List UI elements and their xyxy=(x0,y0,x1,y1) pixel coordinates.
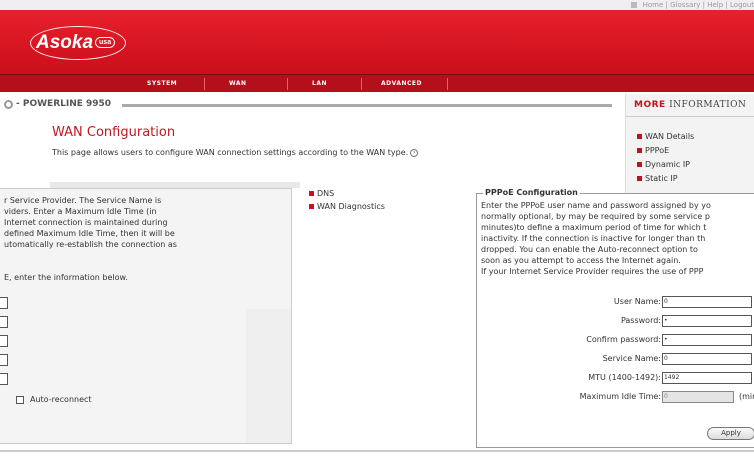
left-config-panel: r Service Provider. The Service Name is … xyxy=(0,188,292,444)
pppoe-legend: PPPoE Configuration xyxy=(483,188,580,197)
nav-advanced[interactable]: ADVANCED xyxy=(381,75,422,93)
help-circle-icon[interactable]: › xyxy=(410,148,419,157)
apply-button[interactable]: Apply xyxy=(707,427,754,440)
powerline-icon xyxy=(4,100,13,109)
left-instruction: E, enter the information below. xyxy=(4,273,128,282)
pppoe-help-text: Enter the PPPoE user name and password a… xyxy=(481,201,711,276)
left-help-text: r Service Provider. The Service Name is … xyxy=(4,196,177,249)
max-idle-row: Maximum Idle Time: 0 (minutes xyxy=(477,391,754,405)
password-input[interactable]: • xyxy=(662,315,752,327)
main-nav: SYSTEM WAN LAN ADVANCED xyxy=(0,74,754,92)
left-input-field[interactable] xyxy=(0,297,8,309)
nav-separator xyxy=(287,78,288,90)
user-name-row: User Name: 0 xyxy=(477,296,754,310)
user-name-label: User Name: xyxy=(613,297,661,306)
pppoe-config-panel: PPPoE Configuration Enter the PPPoE user… xyxy=(476,188,754,448)
help-link[interactable]: Help xyxy=(707,1,723,9)
password-label: Password: xyxy=(620,316,661,325)
service-name-label: Service Name: xyxy=(602,354,661,363)
logout-link[interactable]: Logout xyxy=(730,1,754,9)
glossary-link[interactable]: Glossary xyxy=(670,1,700,9)
nav-separator xyxy=(361,78,362,90)
nav-lan[interactable]: LAN xyxy=(312,75,327,93)
product-name: - POWERLINE 9950 xyxy=(16,99,112,109)
bullet-icon xyxy=(309,191,314,196)
left-input-field[interactable] xyxy=(0,373,8,385)
confirm-password-input[interactable]: • xyxy=(662,334,752,346)
asoka-logo: Asoka usa xyxy=(30,26,126,60)
left-input-field[interactable] xyxy=(0,354,8,366)
top-utility-bar: Home | Glossary | Help | Logout xyxy=(0,0,754,10)
left-input-field[interactable] xyxy=(0,316,8,328)
nav-separator xyxy=(204,78,205,90)
info-link-static-ip[interactable]: Static IP xyxy=(637,174,678,183)
home-icon xyxy=(631,2,638,8)
page-title: WAN Configuration xyxy=(52,125,176,140)
left-panel-column xyxy=(246,309,291,443)
confirm-password-label: Confirm password: xyxy=(586,335,661,344)
max-idle-input[interactable]: 0 xyxy=(662,391,734,403)
logo-ring xyxy=(30,26,126,60)
service-name-row: Service Name: 0 xyxy=(477,353,754,367)
nav-wan[interactable]: WAN xyxy=(229,75,247,93)
header-banner: Asoka usa xyxy=(0,10,754,74)
product-bar: - POWERLINE 9950 xyxy=(0,98,620,112)
page-description: This page allows users to configure WAN … xyxy=(52,148,419,157)
mtu-row: MTU (1400-1492): 1492 xyxy=(477,372,754,386)
user-name-input[interactable]: 0 xyxy=(662,296,752,308)
mtu-label: MTU (1400-1492): xyxy=(588,373,661,382)
bullet-icon xyxy=(637,162,642,167)
bullet-icon xyxy=(309,204,314,209)
more-info-title: MORE INFORMATION xyxy=(634,100,747,110)
top-links: Home | Glossary | Help | Logout xyxy=(631,0,754,10)
auto-reconnect-row: Auto-reconnect xyxy=(16,395,92,404)
link-wan-diagnostics[interactable]: WAN Diagnostics xyxy=(309,202,385,211)
left-input-field[interactable] xyxy=(0,335,8,347)
auto-reconnect-checkbox[interactable] xyxy=(16,395,24,404)
link-dns[interactable]: DNS xyxy=(309,189,385,198)
nav-separator xyxy=(447,78,448,90)
bullet-icon xyxy=(637,176,642,181)
bullet-icon xyxy=(637,134,642,139)
wan-links: DNS WAN Diagnostics xyxy=(309,189,385,215)
confirm-password-row: Confirm password: • xyxy=(477,334,754,348)
info-link-wan-details[interactable]: WAN Details xyxy=(637,132,694,141)
info-link-pppoe[interactable]: PPPoE xyxy=(637,146,669,155)
mtu-input[interactable]: 1492 xyxy=(662,372,752,384)
info-link-dynamic-ip[interactable]: Dynamic IP xyxy=(637,160,690,169)
footer-divider xyxy=(0,450,754,452)
home-link[interactable]: Home xyxy=(643,1,664,9)
bullet-icon xyxy=(637,148,642,153)
service-name-input[interactable]: 0 xyxy=(662,353,752,365)
product-divider xyxy=(122,104,612,107)
nav-system[interactable]: SYSTEM xyxy=(147,75,177,93)
more-info-divider xyxy=(626,116,754,117)
password-row: Password: • xyxy=(477,315,754,329)
max-idle-unit: (minutes xyxy=(739,392,754,401)
max-idle-label: Maximum Idle Time: xyxy=(579,392,661,401)
